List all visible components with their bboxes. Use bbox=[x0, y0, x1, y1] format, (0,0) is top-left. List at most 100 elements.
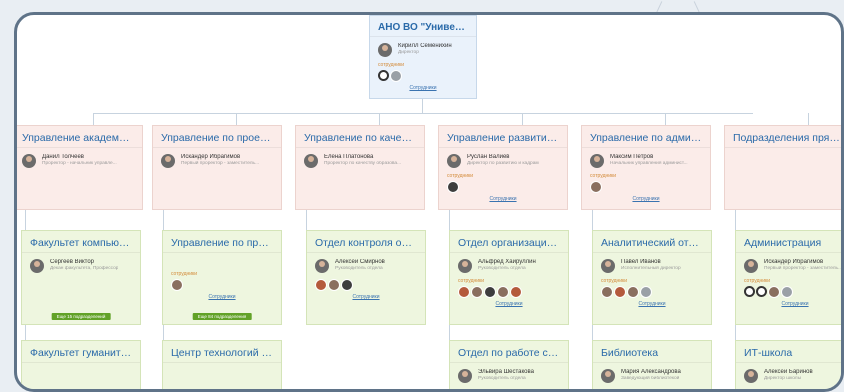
avatar[interactable] bbox=[744, 286, 755, 297]
subunit-title[interactable]: Управление по проект... bbox=[163, 231, 281, 253]
org-chart-window: АНО ВО "Университет Инн... Кирилл Семени… bbox=[14, 12, 844, 392]
avatar bbox=[590, 154, 604, 168]
subunit-card[interactable]: Отдел организации ме... Альфред Хайрулли… bbox=[449, 230, 569, 325]
avatar[interactable] bbox=[781, 286, 793, 298]
department-head[interactable]: Искандер Ибрагимов Первый проректор - зам… bbox=[153, 148, 281, 170]
more-subunits-badge[interactable]: Еще 15 подразделений bbox=[51, 313, 111, 320]
employees-link[interactable]: Сотрудники bbox=[582, 194, 710, 202]
department-title[interactable]: Подразделения прямого п... bbox=[725, 126, 841, 148]
subunit-title[interactable]: Библиотека bbox=[593, 341, 711, 363]
subunit-head[interactable]: Алексей Смирнов Руководитель отдела bbox=[307, 253, 425, 275]
avatar[interactable] bbox=[590, 181, 602, 193]
avatar[interactable] bbox=[171, 279, 183, 291]
employees-link[interactable]: Сотрудники bbox=[307, 292, 425, 300]
department-title[interactable]: Управление по качеству об... bbox=[296, 126, 424, 148]
person-role: Директор bbox=[398, 50, 419, 55]
subunit-head[interactable]: Альфред Хайруллин Руководитель отдела bbox=[450, 253, 568, 275]
department-head[interactable]: Максим Петров Начальник управления админи… bbox=[582, 148, 710, 170]
avatar[interactable] bbox=[756, 286, 767, 297]
subunit-head[interactable]: Алексей Баринов Директор школы bbox=[736, 363, 841, 385]
person-role: Первый проректор - заместитель... bbox=[764, 266, 843, 271]
subunit-title[interactable]: ИТ-школа bbox=[736, 341, 841, 363]
avatar[interactable] bbox=[390, 70, 402, 82]
person-name: Кирилл Семенихин bbox=[398, 43, 452, 49]
department-card[interactable]: Подразделения прямого п... bbox=[724, 125, 841, 210]
subunit-card[interactable]: Центр технологий ком... bbox=[162, 340, 282, 389]
department-title[interactable]: Управление по проектной ... bbox=[153, 126, 281, 148]
subunit-card[interactable]: Факультет компьютер... Сергеев Виктор Дек… bbox=[21, 230, 141, 325]
department-title[interactable]: Управление по администр... bbox=[582, 126, 710, 148]
avatar[interactable] bbox=[510, 286, 522, 298]
subunit-head[interactable]: Сергеев Виктор Декан факультета, Профессо… bbox=[22, 253, 140, 275]
department-card[interactable]: Управление академическо... Данил Толчеев… bbox=[17, 125, 143, 210]
subunit-title[interactable]: Отдел по работе с пер... bbox=[450, 341, 568, 363]
person-role: Начальник управления админист... bbox=[610, 161, 688, 166]
subunit-title[interactable]: Факультет гуманитари... bbox=[22, 341, 140, 363]
avatar[interactable] bbox=[497, 286, 509, 298]
department-title[interactable]: Управление развития унив... bbox=[439, 126, 567, 148]
subunit-head[interactable]: Искандер Ибрагимов Первый проректор - зам… bbox=[736, 253, 843, 275]
subunit-card[interactable]: ИТ-школа Алексей Баринов Директор школы bbox=[735, 340, 841, 389]
more-subunits-badge[interactable]: Еще 84 подразделения bbox=[192, 313, 252, 320]
department-card[interactable]: Управление развития унив... Руслан Валие… bbox=[438, 125, 568, 210]
avatar bbox=[744, 369, 758, 383]
department-card[interactable]: Управление по качеству об... Елена Плато… bbox=[295, 125, 425, 210]
person-name: Данил Толчеев bbox=[42, 154, 84, 160]
subunit-card[interactable]: Отдел контроля образ... Алексей Смирнов Р… bbox=[306, 230, 426, 325]
subunit-card[interactable]: Управление по проект... сотрудники Сотру… bbox=[162, 230, 282, 325]
employees-link[interactable]: Сотрудники bbox=[450, 299, 568, 307]
employee-avatars bbox=[439, 180, 567, 194]
department-head[interactable]: Данил Толчеев Проректор - начальник управ… bbox=[17, 148, 142, 170]
subunit-head[interactable]: Мария Александрова Заведующий библиотекой bbox=[593, 363, 711, 385]
employees-link[interactable]: Сотрудники bbox=[736, 299, 841, 307]
subunit-title[interactable]: Отдел организации ме... bbox=[450, 231, 568, 253]
avatar[interactable] bbox=[627, 286, 639, 298]
subunit-card[interactable]: Администрация Искандер Ибрагимов Первый п… bbox=[735, 230, 843, 325]
avatar[interactable] bbox=[378, 70, 389, 81]
department-card[interactable]: Управление по администр... Максим Петров… bbox=[581, 125, 711, 210]
subunit-title[interactable]: Факультет компьютер... bbox=[22, 231, 140, 253]
avatar[interactable] bbox=[458, 286, 470, 298]
subunit-title[interactable]: Центр технологий ком... bbox=[163, 341, 281, 363]
employees-link[interactable]: Сотрудники bbox=[163, 292, 281, 300]
employees-link[interactable]: Сотрудники bbox=[593, 299, 711, 307]
employees-link[interactable]: Сотрудники bbox=[439, 194, 567, 202]
person-role: Заведующий библиотекой bbox=[621, 376, 680, 381]
avatar[interactable] bbox=[328, 279, 340, 291]
avatar[interactable] bbox=[315, 279, 327, 291]
employees-label: сотрудники bbox=[447, 173, 474, 179]
subunit-card[interactable]: Отдел по работе с пер... Эльвира Шестако… bbox=[449, 340, 569, 389]
subunit-title[interactable]: Администрация bbox=[736, 231, 841, 253]
avatar[interactable] bbox=[601, 286, 613, 298]
employee-avatars bbox=[450, 285, 568, 299]
connector-line bbox=[808, 113, 809, 125]
department-title[interactable]: Управление академическо... bbox=[17, 126, 142, 148]
subunit-title[interactable]: Отдел контроля образ... bbox=[307, 231, 425, 253]
avatar[interactable] bbox=[768, 286, 780, 298]
department-head[interactable]: Елена Платонова Проректор по качеству обр… bbox=[296, 148, 424, 170]
person-role: Первый проректор - заместитель... bbox=[181, 161, 260, 166]
avatar[interactable] bbox=[341, 279, 353, 291]
avatar bbox=[22, 154, 36, 168]
connector-line bbox=[422, 99, 423, 113]
avatar[interactable] bbox=[640, 286, 652, 298]
employees-label: сотрудники bbox=[601, 278, 628, 284]
avatar[interactable] bbox=[447, 181, 459, 193]
person-name: Искандер Ибрагимов bbox=[764, 259, 824, 265]
root-unit-card[interactable]: АНО ВО "Университет Инн... Кирилл Семени… bbox=[369, 15, 477, 99]
connector-line bbox=[93, 113, 94, 125]
subunit-card[interactable]: Факультет гуманитари... bbox=[21, 340, 141, 389]
subunit-head[interactable]: Эльвира Шестакова Руководитель отдела bbox=[450, 363, 568, 385]
root-head[interactable]: Кирилл Семенихин Директор bbox=[370, 37, 476, 59]
subunit-card[interactable]: Библиотека Мария Александрова Заведующий … bbox=[592, 340, 712, 389]
subunit-head[interactable]: Павел Иванов Исполнительный директор bbox=[593, 253, 711, 275]
subunit-title[interactable]: Аналитический отдел bbox=[593, 231, 711, 253]
avatar[interactable] bbox=[614, 286, 626, 298]
root-unit-title[interactable]: АНО ВО "Университет Инн... bbox=[370, 16, 476, 37]
department-head[interactable]: Руслан Валиев Директор по развитию и кадр… bbox=[439, 148, 567, 170]
avatar[interactable] bbox=[471, 286, 483, 298]
subunit-card[interactable]: Аналитический отдел Павел Иванов Исполнит… bbox=[592, 230, 712, 325]
department-card[interactable]: Управление по проектной ... Искандер Ибр… bbox=[152, 125, 282, 210]
avatar[interactable] bbox=[484, 286, 496, 298]
employees-link[interactable]: Сотрудники bbox=[370, 83, 476, 91]
